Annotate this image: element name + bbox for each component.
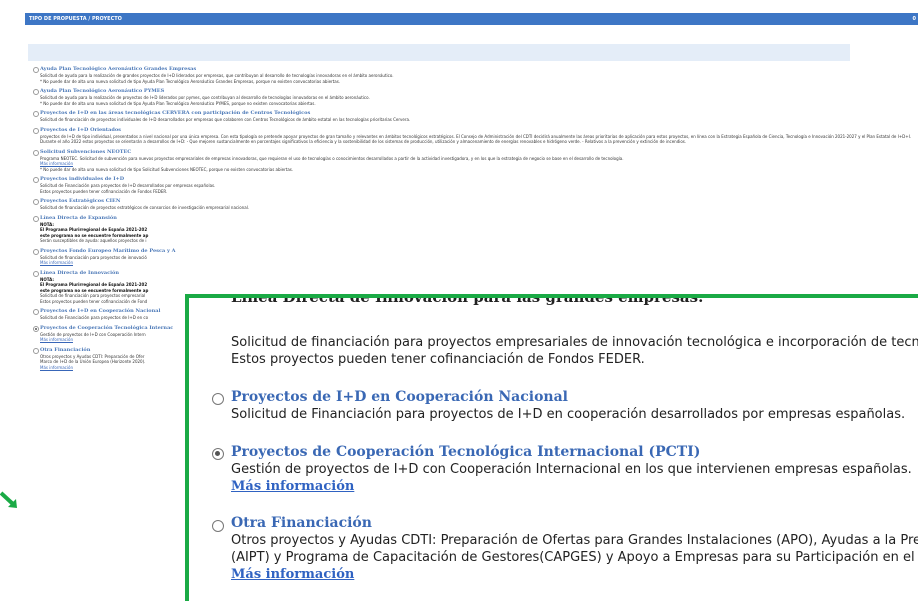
option-plan-aeronautico-grandes[interactable]: Ayuda Plan Tecnológico Aeronáutico Grand… xyxy=(33,66,913,84)
zoom-option-desc: Otros proyectos y Ayudas CDTI: Preparaci… xyxy=(231,533,918,548)
option-orientados[interactable]: Proyectos de I+D Orientados proyectos de… xyxy=(33,127,913,145)
option-title[interactable]: Proyectos Fondo Europeo Marítimo de Pesc… xyxy=(40,248,913,255)
zoom-radio-cooperacion-nacional[interactable] xyxy=(212,393,224,405)
option-plan-aeronautico-pymes[interactable]: Ayuda Plan Tecnológico Aeronáutico PYMES… xyxy=(33,88,913,106)
zoom-option-desc: Gestión de proyectos de I+D con Cooperac… xyxy=(231,462,912,477)
option-desc-2: Estos proyectos pueden tener cofinanciac… xyxy=(40,188,168,194)
zoom-option-otra-financiacion[interactable]: Otra Financiación Otros proyectos y Ayud… xyxy=(231,514,918,583)
option-radio[interactable] xyxy=(33,149,39,156)
option-radio[interactable] xyxy=(33,347,39,354)
option-individuales[interactable]: Proyectos individuales de I+D Solicitud … xyxy=(33,176,913,194)
option-radio[interactable] xyxy=(33,89,39,95)
arrow-icon xyxy=(0,491,17,508)
option-title[interactable]: Proyectos Estratégicos CIEN xyxy=(40,198,913,205)
zoom-option-pcti[interactable]: Proyectos de Cooperación Tecnológica Int… xyxy=(231,443,912,495)
option-note: * No puede dar de alta una nueva solicit… xyxy=(40,78,341,84)
zoom-option-desc-2: (AIPT) y Programa de Capacitación de Ges… xyxy=(231,550,918,565)
option-neotec[interactable]: Solicitud Subvenciones NEOTEC Programa N… xyxy=(33,149,913,173)
option-note: * No puede dar de alta una nueva solicit… xyxy=(40,100,316,106)
zoom-radio-otra-financiacion[interactable] xyxy=(212,520,224,532)
zoom-intro-desc: Solicitud de financiación para proyectos… xyxy=(231,335,918,350)
option-radio-selected[interactable] xyxy=(33,325,39,332)
zoom-option-title[interactable]: Proyectos de Cooperación Tecnológica Int… xyxy=(231,443,912,461)
option-title[interactable]: Proyectos de I+D en las áreas tecnológic… xyxy=(40,110,913,117)
option-desc: Solicitud de financiación de proyectos e… xyxy=(40,205,250,210)
zoom-radio-pcti-selected[interactable] xyxy=(212,448,224,460)
option-cien[interactable]: Proyectos Estratégicos CIEN Solicitud de… xyxy=(33,198,913,211)
option-title[interactable]: Ayuda Plan Tecnológico Aeronáutico PYMES xyxy=(40,88,913,95)
option-radio[interactable] xyxy=(33,248,39,255)
zoom-intro-desc-2: Estos proyectos pueden tener cofinanciac… xyxy=(231,352,645,367)
zoom-more-info-link[interactable]: Más información xyxy=(231,566,918,583)
zoom-partial-title: Línea Directa de Innovación para las gra… xyxy=(231,294,704,306)
option-feampa[interactable]: Proyectos Fondo Europeo Marítimo de Pesc… xyxy=(33,248,913,266)
option-title[interactable]: Línea Directa de Expansión xyxy=(40,215,913,222)
option-cervera[interactable]: Proyectos de I+D en las áreas tecnológic… xyxy=(33,110,913,123)
zoom-intro: Solicitud de financiación para proyectos… xyxy=(231,334,918,368)
option-radio[interactable] xyxy=(33,199,39,205)
option-title[interactable]: Línea Directa de Innovación xyxy=(40,270,913,277)
option-linea-expansion[interactable]: Línea Directa de Expansión NOTA: El Prog… xyxy=(33,215,913,244)
option-desc: Serán susceptibles de ayuda: aquellos pr… xyxy=(40,238,147,243)
option-radio[interactable] xyxy=(33,111,39,117)
zoom-option-title[interactable]: Proyectos de I+D en Cooperación Nacional xyxy=(231,388,905,406)
option-radio[interactable] xyxy=(33,67,39,73)
option-title[interactable]: Proyectos de I+D Orientados xyxy=(40,127,913,134)
option-radio[interactable] xyxy=(33,215,39,222)
option-title[interactable]: Proyectos individuales de I+D xyxy=(40,176,913,183)
header-right-text: 0 xyxy=(912,16,916,22)
option-desc: Solicitud de financiación de proyectos i… xyxy=(40,117,411,122)
zoom-callout: Línea Directa de Innovación para las gra… xyxy=(185,294,918,601)
info-bar xyxy=(28,44,850,61)
section-header: TIPO DE PROPUESTA / PROYECTO 0 xyxy=(25,13,918,25)
option-note: * No puede dar de alta una nueva solicit… xyxy=(40,166,294,172)
zoom-option-title[interactable]: Otra Financiación xyxy=(231,514,918,532)
option-radio[interactable] xyxy=(33,127,39,134)
option-radio[interactable] xyxy=(33,177,39,183)
section-title: TIPO DE PROPUESTA / PROYECTO xyxy=(29,16,122,22)
option-title[interactable]: Ayuda Plan Tecnológico Aeronáutico Grand… xyxy=(40,66,913,73)
option-desc: proyectos de I+D de tipo individual, pre… xyxy=(40,133,912,145)
option-title[interactable]: Solicitud Subvenciones NEOTEC xyxy=(40,149,913,156)
option-radio[interactable] xyxy=(33,309,39,315)
option-radio[interactable] xyxy=(33,270,39,277)
zoom-option-desc: Solicitud de Financiación para proyectos… xyxy=(231,407,906,422)
zoom-option-cooperacion-nacional[interactable]: Proyectos de I+D en Cooperación Nacional… xyxy=(231,388,905,423)
zoom-more-info-link[interactable]: Más información xyxy=(231,478,912,495)
more-info-link[interactable]: Más información xyxy=(40,260,913,266)
